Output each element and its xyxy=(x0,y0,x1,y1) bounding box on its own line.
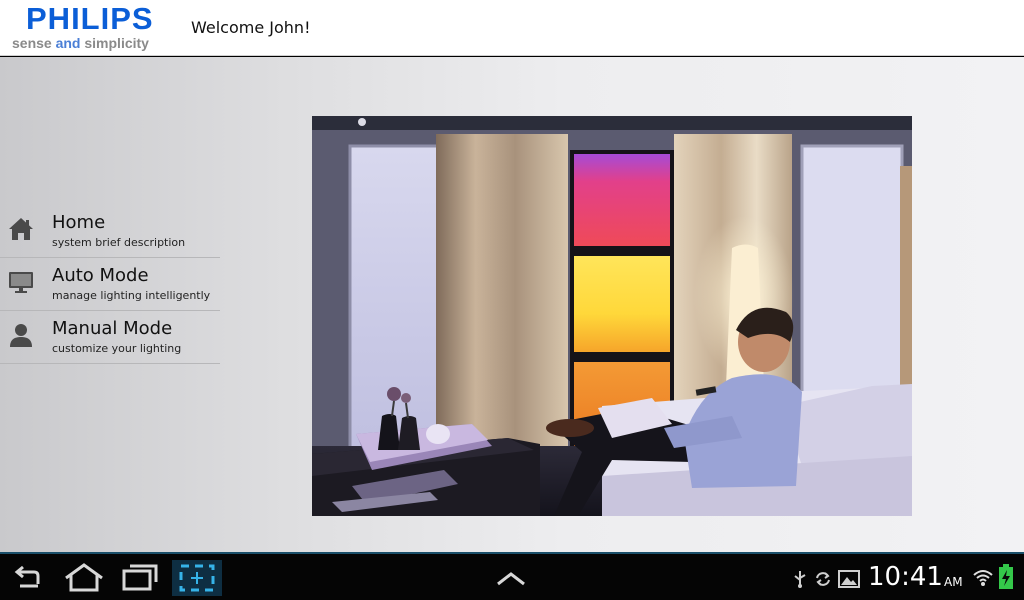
sync-icon xyxy=(816,572,830,586)
battery-icon xyxy=(999,564,1013,589)
menu-item-manual-mode[interactable]: Manual Mode customize your lighting xyxy=(0,311,220,364)
side-menu: Home system brief description Auto Mode … xyxy=(0,205,220,364)
living-room-photo xyxy=(312,116,912,516)
gallery-icon xyxy=(838,570,860,588)
menu-item-title: Home xyxy=(52,212,106,233)
menu-item-subtitle: system brief description xyxy=(52,236,186,249)
menu-item-auto-mode[interactable]: Auto Mode manage lighting intelligently xyxy=(0,258,220,311)
tagline-and: and xyxy=(55,35,81,51)
philips-logo: PHILIPS xyxy=(26,1,154,36)
person-icon xyxy=(10,324,32,347)
menu-item-subtitle: customize your lighting xyxy=(52,342,182,355)
tagline-part3: simplicity xyxy=(80,35,149,51)
logo-tagline: sense and simplicity xyxy=(12,35,149,51)
monitor-icon xyxy=(9,272,33,293)
chevron-up-icon[interactable] xyxy=(494,560,528,596)
home-icon[interactable] xyxy=(62,560,106,596)
menu-item-home[interactable]: Home system brief description xyxy=(0,205,220,258)
menu-item-title: Auto Mode xyxy=(52,265,149,286)
welcome-message: Welcome John! xyxy=(191,18,311,37)
status-ampm: AM xyxy=(944,575,963,589)
back-icon[interactable] xyxy=(8,560,48,596)
menu-item-subtitle: manage lighting intelligently xyxy=(52,289,211,302)
screenshot-icon[interactable] xyxy=(172,560,222,596)
status-clock: 10:41 xyxy=(868,562,943,592)
app-header: PHILIPS sense and simplicity Welcome Joh… xyxy=(0,0,1024,56)
menu-item-title: Manual Mode xyxy=(52,318,173,339)
system-navigation-bar: 10:41 AM xyxy=(0,552,1024,600)
tagline-part1: sense xyxy=(12,35,56,51)
home-icon xyxy=(9,218,33,240)
usb-icon xyxy=(794,571,806,588)
living-room-illustration xyxy=(312,116,912,516)
recent-apps-icon[interactable] xyxy=(118,560,160,596)
wifi-icon xyxy=(973,570,993,586)
main-content: Home system brief description Auto Mode … xyxy=(0,57,1024,552)
